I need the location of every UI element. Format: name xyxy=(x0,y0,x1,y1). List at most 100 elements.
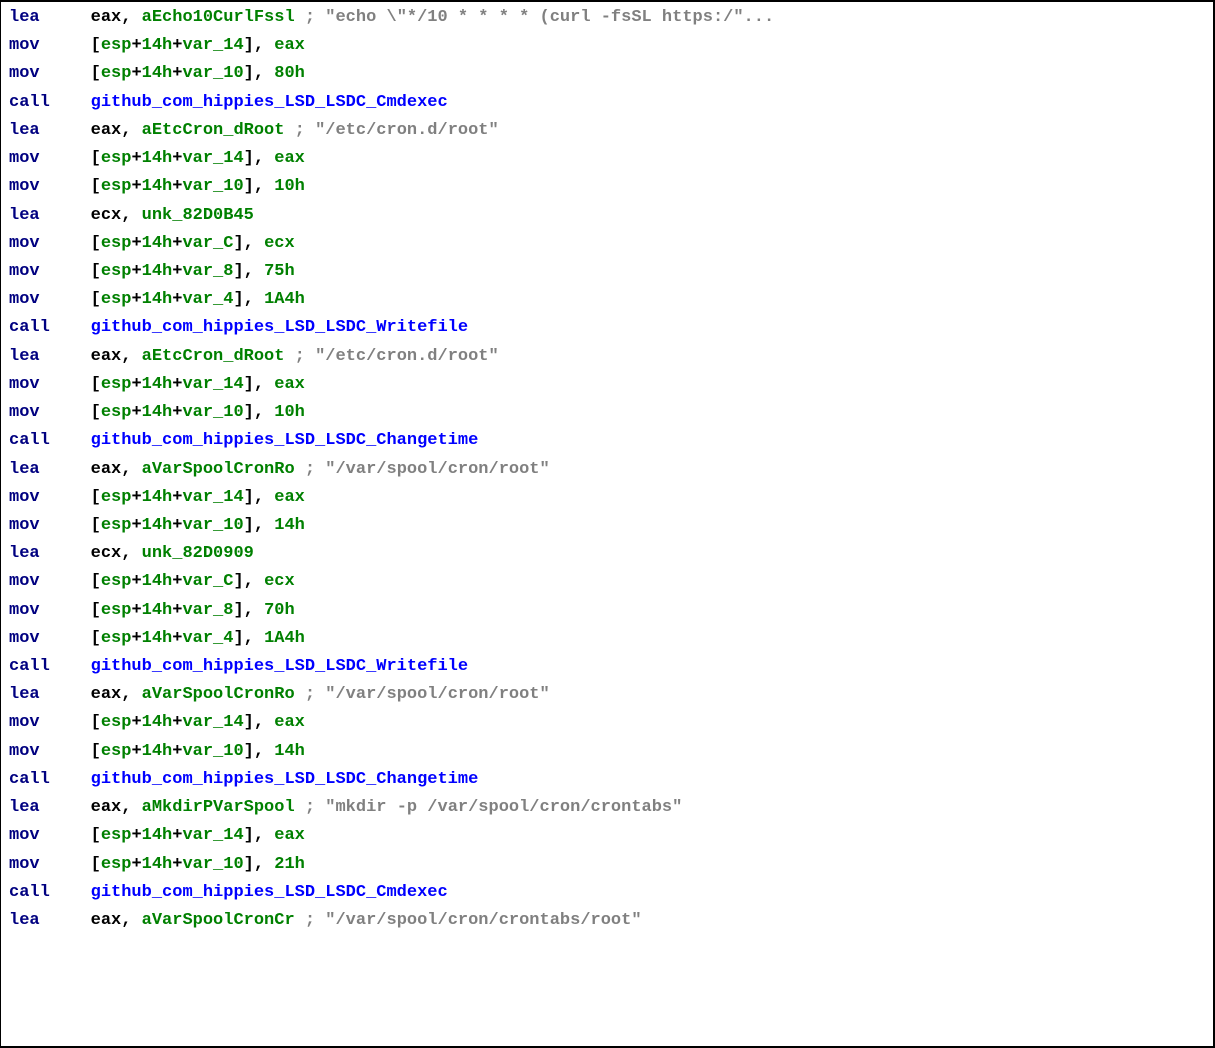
asm-line[interactable]: lea eax, aEtcCron_dRoot ; "/etc/cron.d/r… xyxy=(9,343,1209,371)
operand-fragment: 14h xyxy=(142,713,173,732)
mnemonic: mov xyxy=(9,855,91,874)
operand-fragment: eax, xyxy=(91,347,142,366)
operand-fragment: 10h xyxy=(274,403,305,422)
operand-fragment: + xyxy=(172,601,182,620)
operand-fragment: 14h xyxy=(142,601,173,620)
asm-line[interactable]: mov [esp+14h+var_4], 1A4h xyxy=(9,286,1209,314)
mnemonic: mov xyxy=(9,149,91,168)
operand-fragment: + xyxy=(172,826,182,845)
operand-fragment: 14h xyxy=(142,516,173,535)
operand-fragment: 70h xyxy=(264,601,295,620)
asm-line[interactable]: lea eax, aEcho10CurlFssl ; "echo \"*/10 … xyxy=(9,4,1209,32)
operand-fragment: + xyxy=(131,149,141,168)
operand-fragment: + xyxy=(172,36,182,55)
operand-fragment: + xyxy=(131,629,141,648)
operand-fragment: ecx, xyxy=(91,206,142,225)
asm-line[interactable]: lea eax, aEtcCron_dRoot ; "/etc/cron.d/r… xyxy=(9,117,1209,145)
operand-fragment: 14h xyxy=(142,262,173,281)
operand-fragment: + xyxy=(172,629,182,648)
operand-fragment: ; "/var/spool/cron/crontabs/root" xyxy=(305,911,642,930)
asm-line[interactable]: lea eax, aMkdirPVarSpool ; "mkdir -p /va… xyxy=(9,794,1209,822)
operand-fragment: github_com_hippies_LSD_LSDC_Writefile xyxy=(91,657,468,676)
mnemonic: mov xyxy=(9,403,91,422)
asm-line[interactable]: lea ecx, unk_82D0909 xyxy=(9,540,1209,568)
operand-fragment: + xyxy=(131,826,141,845)
asm-line[interactable]: mov [esp+14h+var_10], 14h xyxy=(9,512,1209,540)
operand-fragment: + xyxy=(172,64,182,83)
asm-line[interactable]: mov [esp+14h+var_8], 75h xyxy=(9,258,1209,286)
asm-line[interactable]: mov [esp+14h+var_14], eax xyxy=(9,822,1209,850)
operand-fragment: eax xyxy=(274,36,305,55)
mnemonic: lea xyxy=(9,347,91,366)
operand-fragment: var_10 xyxy=(182,516,243,535)
operand-fragment: [ xyxy=(91,572,101,591)
asm-line[interactable]: lea ecx, unk_82D0B45 xyxy=(9,202,1209,230)
asm-line[interactable]: mov [esp+14h+var_10], 80h xyxy=(9,60,1209,88)
operand-fragment: + xyxy=(131,290,141,309)
operand-fragment: 80h xyxy=(274,64,305,83)
operand-fragment: 14h xyxy=(142,375,173,394)
operand-fragment: ], xyxy=(244,826,275,845)
operand-fragment: + xyxy=(131,262,141,281)
operand-fragment: aVarSpoolCronRo xyxy=(142,685,305,704)
operand-fragment: 14h xyxy=(142,742,173,761)
asm-line[interactable]: mov [esp+14h+var_14], eax xyxy=(9,709,1209,737)
operand-fragment: esp xyxy=(101,64,132,83)
operand-fragment: esp xyxy=(101,290,132,309)
operand-fragment: eax xyxy=(274,149,305,168)
asm-line[interactable]: mov [esp+14h+var_10], 10h xyxy=(9,173,1209,201)
mnemonic: mov xyxy=(9,234,91,253)
operand-fragment: + xyxy=(172,149,182,168)
operand-fragment: esp xyxy=(101,234,132,253)
asm-line[interactable]: lea eax, aVarSpoolCronRo ; "/var/spool/c… xyxy=(9,681,1209,709)
operand-fragment: + xyxy=(131,601,141,620)
operand-fragment: 75h xyxy=(264,262,295,281)
asm-line[interactable]: mov [esp+14h+var_10], 21h xyxy=(9,851,1209,879)
asm-line[interactable]: mov [esp+14h+var_14], eax xyxy=(9,32,1209,60)
mnemonic: mov xyxy=(9,488,91,507)
operand-fragment: + xyxy=(172,262,182,281)
asm-line[interactable]: mov [esp+14h+var_C], ecx xyxy=(9,230,1209,258)
asm-line[interactable]: call github_com_hippies_LSD_LSDC_Cmdexec xyxy=(9,89,1209,117)
asm-line[interactable]: mov [esp+14h+var_C], ecx xyxy=(9,568,1209,596)
operand-fragment: 21h xyxy=(274,855,305,874)
asm-line[interactable]: mov [esp+14h+var_14], eax xyxy=(9,145,1209,173)
operand-fragment: ], xyxy=(233,601,264,620)
operand-fragment: github_com_hippies_LSD_LSDC_Changetime xyxy=(91,431,479,450)
asm-line[interactable]: mov [esp+14h+var_4], 1A4h xyxy=(9,625,1209,653)
operand-fragment: [ xyxy=(91,375,101,394)
operand-fragment: ], xyxy=(244,516,275,535)
asm-line[interactable]: mov [esp+14h+var_8], 70h xyxy=(9,597,1209,625)
operand-fragment: 14h xyxy=(142,826,173,845)
operand-fragment: + xyxy=(172,572,182,591)
mnemonic: call xyxy=(9,93,91,112)
asm-line[interactable]: mov [esp+14h+var_10], 14h xyxy=(9,738,1209,766)
asm-line[interactable]: mov [esp+14h+var_14], eax xyxy=(9,484,1209,512)
asm-line[interactable]: call github_com_hippies_LSD_LSDC_Changet… xyxy=(9,427,1209,455)
mnemonic: call xyxy=(9,318,91,337)
asm-line[interactable]: lea eax, aVarSpoolCronRo ; "/var/spool/c… xyxy=(9,456,1209,484)
operand-fragment: esp xyxy=(101,516,132,535)
asm-line[interactable]: call github_com_hippies_LSD_LSDC_Writefi… xyxy=(9,653,1209,681)
asm-line[interactable]: lea eax, aVarSpoolCronCr ; "/var/spool/c… xyxy=(9,907,1209,935)
operand-fragment: [ xyxy=(91,488,101,507)
asm-line[interactable]: mov [esp+14h+var_14], eax xyxy=(9,371,1209,399)
operand-fragment: var_14 xyxy=(182,713,243,732)
operand-fragment: + xyxy=(131,375,141,394)
asm-line[interactable]: call github_com_hippies_LSD_LSDC_Changet… xyxy=(9,766,1209,794)
operand-fragment: + xyxy=(131,516,141,535)
operand-fragment: ; "mkdir -p /var/spool/cron/crontabs" xyxy=(305,798,682,817)
disassembly-view[interactable]: lea eax, aEcho10CurlFssl ; "echo \"*/10 … xyxy=(1,2,1213,937)
operand-fragment: unk_82D0B45 xyxy=(142,206,254,225)
operand-fragment: 14h xyxy=(274,742,305,761)
operand-fragment: eax xyxy=(274,488,305,507)
operand-fragment: [ xyxy=(91,742,101,761)
asm-line[interactable]: call github_com_hippies_LSD_LSDC_Writefi… xyxy=(9,314,1209,342)
operand-fragment: eax xyxy=(274,826,305,845)
operand-fragment: var_14 xyxy=(182,826,243,845)
operand-fragment: + xyxy=(172,855,182,874)
asm-line[interactable]: mov [esp+14h+var_10], 10h xyxy=(9,399,1209,427)
operand-fragment: ], xyxy=(244,488,275,507)
asm-line[interactable]: call github_com_hippies_LSD_LSDC_Cmdexec xyxy=(9,879,1209,907)
operand-fragment: ecx xyxy=(264,572,295,591)
